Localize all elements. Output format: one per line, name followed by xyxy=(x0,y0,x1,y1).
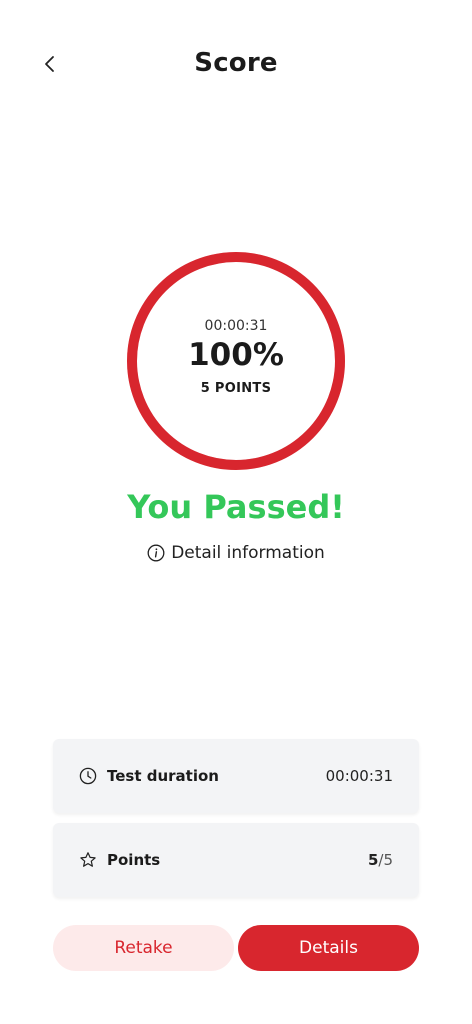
retake-button[interactable]: Retake xyxy=(53,925,234,971)
details-button[interactable]: Details xyxy=(238,925,419,971)
score-ring-content: 00:00:31 100% 5 POINTS xyxy=(126,251,346,471)
points-label: Points xyxy=(107,851,161,869)
header: Score xyxy=(0,0,472,130)
info-circle-icon xyxy=(147,544,165,562)
points-card: Points 5/5 xyxy=(53,823,419,897)
score-time: 00:00:31 xyxy=(204,318,268,334)
test-duration-value: 00:00:31 xyxy=(325,767,393,785)
score-ring: 00:00:31 100% 5 POINTS xyxy=(126,251,346,471)
star-icon xyxy=(79,851,97,869)
score-percent: 100% xyxy=(188,337,284,373)
test-duration-label: Test duration xyxy=(107,767,219,785)
result-text: You Passed! xyxy=(127,488,345,526)
points-total: 5 xyxy=(383,851,393,869)
detail-information-link[interactable]: Detail information xyxy=(0,543,472,563)
page-title: Score xyxy=(194,48,278,78)
detail-information-label: Detail information xyxy=(171,543,325,563)
test-duration-card: Test duration 00:00:31 xyxy=(53,739,419,813)
points-value: 5/5 xyxy=(368,851,393,869)
score-points: 5 POINTS xyxy=(200,381,272,396)
clock-icon xyxy=(79,767,97,785)
points-earned: 5 xyxy=(367,851,379,869)
